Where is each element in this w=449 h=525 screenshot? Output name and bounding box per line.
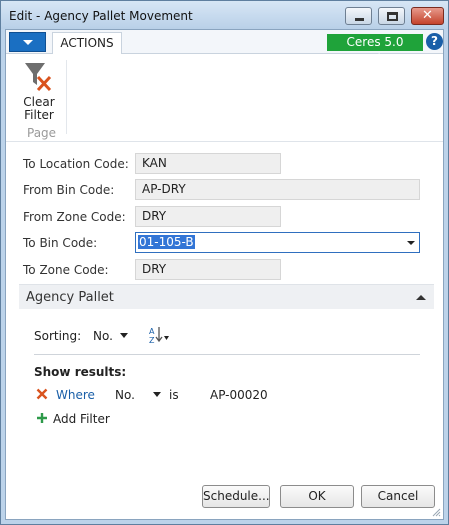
to-location-code-field: KAN xyxy=(135,153,281,174)
clear-filter-button[interactable]: Clear Filter xyxy=(18,58,60,122)
clear-filter-icon xyxy=(25,63,52,92)
window-title: Edit - Agency Pallet Movement xyxy=(9,9,193,23)
schedule-button[interactable]: Schedule... xyxy=(202,485,270,508)
clear-filter-label-line2: Filter xyxy=(24,108,54,122)
filter-operator-label: is xyxy=(169,388,179,402)
chevron-down-icon xyxy=(23,40,33,45)
add-filter-link[interactable]: Add Filter xyxy=(53,412,110,426)
maximize-icon xyxy=(387,12,398,21)
from-zone-code-field: DRY xyxy=(135,206,281,227)
chevron-down-icon[interactable] xyxy=(120,333,128,338)
where-label: Where xyxy=(56,388,95,402)
from-bin-code-field: AP-DRY xyxy=(135,179,420,200)
sorting-label: Sorting: xyxy=(34,329,82,343)
filter-field-select[interactable]: No. xyxy=(115,388,135,402)
ok-button[interactable]: OK xyxy=(280,485,354,508)
to-location-code-label: To Location Code: xyxy=(23,157,129,171)
minimize-button[interactable] xyxy=(345,7,372,25)
resize-grip-icon[interactable] xyxy=(431,507,441,517)
from-bin-code-label: From Bin Code: xyxy=(23,183,115,197)
dialog-window: Edit - Agency Pallet Movement ✕ ACTIONS … xyxy=(0,0,449,525)
application-menu-button[interactable] xyxy=(9,32,46,52)
minimize-icon xyxy=(355,18,364,21)
filter-value-input[interactable]: AP-00020 xyxy=(210,388,268,402)
help-icon[interactable]: ? xyxy=(426,33,443,50)
ribbon-panel: Clear Filter Page xyxy=(6,54,443,142)
to-bin-code-value: 01-105-B xyxy=(138,235,195,249)
fasttab-title: Agency Pallet xyxy=(26,290,114,305)
to-zone-code-field: DRY xyxy=(135,259,281,280)
ribbon-tab-strip: ACTIONS Ceres 5.0 Testing ? xyxy=(6,30,443,66)
sorting-field-select[interactable]: No. xyxy=(93,329,113,343)
chevron-down-icon[interactable] xyxy=(153,392,161,397)
cancel-button[interactable]: Cancel xyxy=(361,485,435,508)
title-bar[interactable]: Edit - Agency Pallet Movement ✕ xyxy=(1,1,448,29)
tab-actions[interactable]: ACTIONS xyxy=(52,32,122,55)
close-button[interactable]: ✕ xyxy=(411,7,444,25)
to-bin-code-input[interactable]: 01-105-B xyxy=(135,232,420,253)
fasttab-agency-pallet[interactable]: Agency Pallet xyxy=(19,284,434,309)
to-zone-code-label: To Zone Code: xyxy=(23,263,109,277)
to-bin-code-label: To Bin Code: xyxy=(23,236,98,250)
ribbon-group-label-page: Page xyxy=(27,126,57,140)
add-icon[interactable] xyxy=(36,412,48,424)
show-results-label: Show results: xyxy=(34,365,127,379)
maximize-button[interactable] xyxy=(378,7,405,25)
dialog-client-area: ACTIONS Ceres 5.0 Testing ? Clear Filter… xyxy=(5,29,444,520)
collapse-icon[interactable] xyxy=(416,295,426,300)
ribbon-group-divider xyxy=(66,60,67,134)
from-zone-code-label: From Zone Code: xyxy=(23,210,126,224)
remove-filter-icon[interactable] xyxy=(36,388,48,400)
clear-filter-label: Clear Filter xyxy=(18,96,60,122)
environment-badge: Ceres 5.0 Testing xyxy=(327,34,423,66)
divider xyxy=(34,354,420,355)
svg-text:Z: Z xyxy=(149,336,155,345)
close-icon: ✕ xyxy=(422,8,433,23)
svg-text:A: A xyxy=(149,327,155,336)
sort-order-icon[interactable]: A Z xyxy=(147,324,169,346)
chevron-down-icon[interactable] xyxy=(407,241,415,245)
